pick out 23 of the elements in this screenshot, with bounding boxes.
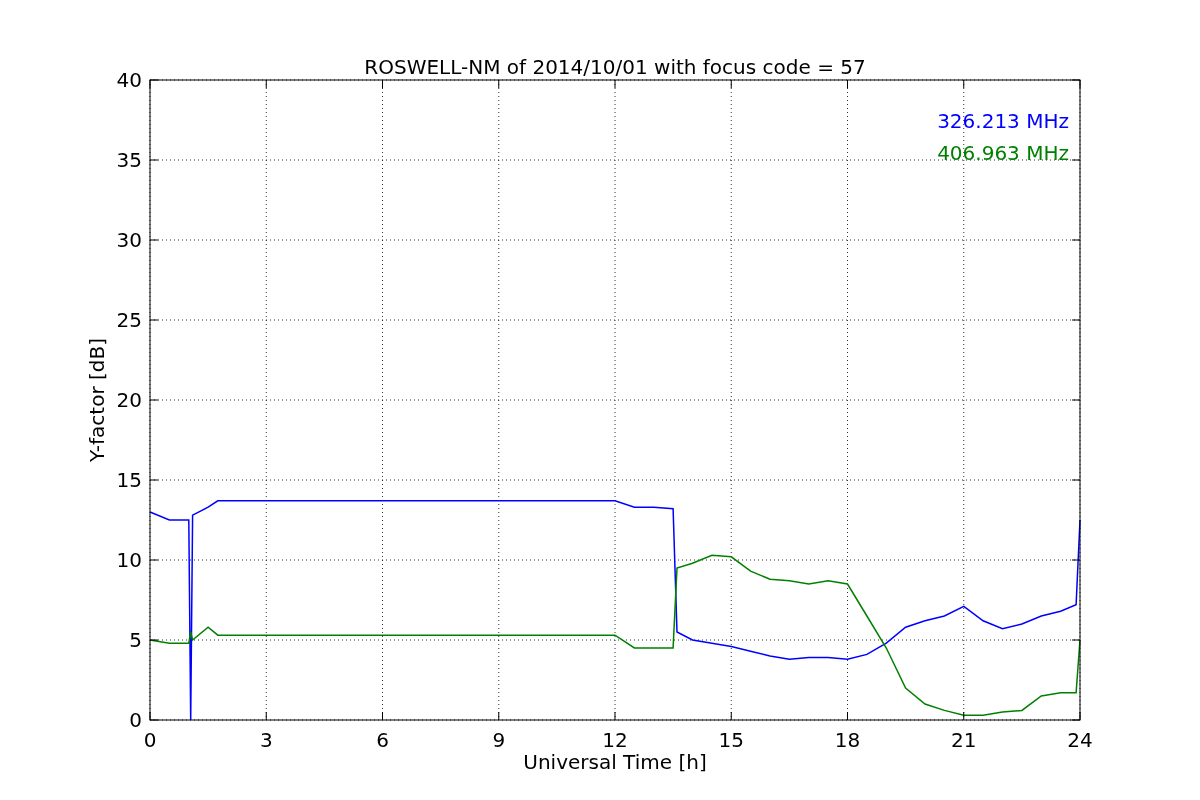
x-tick-label: 18: [834, 728, 861, 752]
y-tick-label: 20: [116, 388, 142, 412]
y-tick-label: 5: [129, 628, 142, 652]
y-tick-label: 10: [116, 548, 142, 572]
x-tick-label: 15: [718, 728, 744, 752]
y-tick-label: 40: [116, 68, 142, 92]
x-tick-label: 24: [1067, 728, 1093, 752]
y-axis-label: Y-factor [dB]: [85, 338, 109, 462]
x-tick-label: 21: [951, 728, 977, 752]
x-tick-label: 12: [602, 728, 628, 752]
y-tick-label: 0: [129, 708, 142, 732]
y-tick-label: 25: [116, 308, 142, 332]
x-tick-label: 0: [143, 728, 157, 752]
x-tick-label: 6: [376, 728, 389, 752]
legend-label: 326.213 MHz: [937, 109, 1069, 133]
y-tick-label: 30: [116, 228, 142, 252]
x-tick-label: 3: [259, 728, 273, 752]
legend-label: 406.963 MHz: [937, 141, 1069, 165]
y-tick-label: 15: [116, 468, 142, 492]
x-axis-label: Universal Time [h]: [523, 750, 707, 774]
x-tick-label: 9: [492, 728, 506, 752]
chart-title: ROSWELL-NM of 2014/10/01 with focus code = 57: [364, 55, 866, 79]
y-tick-label: 35: [116, 148, 142, 172]
